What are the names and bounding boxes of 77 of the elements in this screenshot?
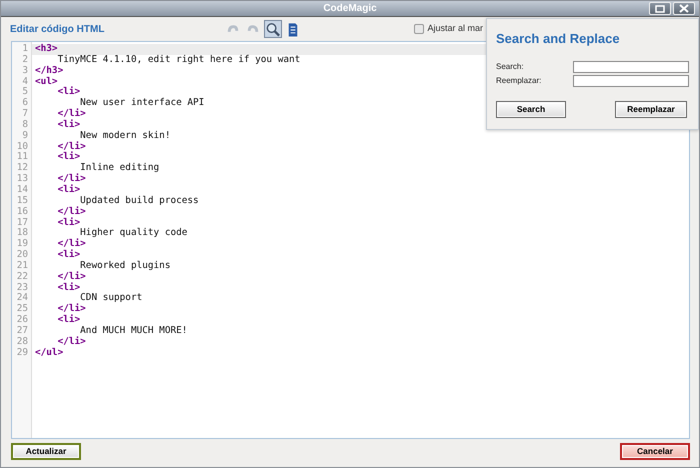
line-number: 22 [16,272,29,283]
code-line: <li> [56,120,80,131]
line-number: 28 [16,336,29,348]
code-line: </h3> [35,66,64,76]
code-line: </li> [56,142,86,152]
line-number: 12 [16,163,29,174]
close-icon [679,4,689,13]
wrap-checkbox[interactable] [414,24,424,34]
code-line: </li> [56,304,86,314]
line-number: 26 [16,315,29,326]
code-line: <li> [56,87,80,98]
line-number: 3 [21,66,29,77]
replace-button[interactable]: Reemplazar [615,100,687,118]
code-line: </li> [56,206,86,217]
code-line: <h3> [35,44,58,54]
line-number: 15 [16,196,29,207]
code-line: New user interface API [80,98,204,108]
code-line: </li> [56,174,86,184]
code-line: <li> [56,184,80,196]
code-line: <li> [56,282,80,294]
text-field[interactable] [573,75,689,87]
code-line: And MUCH MUCH MORE! [79,326,188,336]
text-field[interactable] [573,61,689,73]
cancel-button[interactable]: Cancelar [620,442,690,460]
wrap-label: Ajustar al mar [427,22,483,36]
line-number: 13 [16,174,29,185]
line-number: 6 [21,98,29,109]
code-line: </li> [56,109,86,120]
line-number: 11 [16,152,29,163]
line-number: 4 [21,76,29,87]
field-label: Search: [496,61,525,73]
line-number: 25 [16,304,29,315]
code-line: <li> [56,152,80,164]
line-number: 27 [16,326,29,337]
window-title: CodeMagic [323,2,377,16]
line-number: 9 [21,130,29,142]
code-line: <li> [56,218,80,228]
line-number: 17 [16,218,29,228]
code-line: Inline editing [80,163,160,174]
line-number: 14 [16,184,29,196]
search-button[interactable]: Search [496,100,566,118]
line-number: 1 [21,44,29,55]
code-line: </li> [56,272,86,282]
line-number: 20 [16,250,29,261]
code-line: Reworked plugins [79,260,170,271]
code-line: </li> [56,239,86,250]
code-line: <li> [56,250,80,261]
code-line: </li> [56,336,86,348]
line-number: 21 [16,260,29,272]
code-line: Higher quality code [80,228,188,238]
code-line: New modern skin! [79,130,170,141]
line-number: 24 [16,293,29,304]
close-button[interactable] [673,2,695,15]
maximize-icon [655,4,665,12]
panel-title: Search and Replace [496,30,621,48]
line-number: 29 [16,348,29,358]
code-line: <ul> [35,76,58,88]
update-button[interactable]: Actualizar [11,442,81,460]
line-number: 7 [21,109,29,120]
code-line: CDN support [80,293,142,304]
line-number: 10 [16,142,29,152]
line-number: 8 [21,120,29,131]
line-number: 5 [21,87,29,98]
search-icon [265,20,282,38]
search-button[interactable] [264,20,282,38]
editor-title: Editar código HTML [10,22,104,36]
code-line: Updated build process [79,196,199,206]
line-number: 2 [21,54,29,66]
code-line: </ul> [35,348,64,358]
code-line: <li> [56,315,80,326]
line-number: 23 [16,282,29,293]
field-label: Reemplazar: [496,75,542,87]
line-number: 18 [16,228,29,239]
maximize-button[interactable] [649,2,671,15]
line-number: 16 [16,206,29,218]
line-number: 19 [16,239,29,250]
code-line: TinyMCE 4.1.10, edit right here if you want [56,54,300,66]
